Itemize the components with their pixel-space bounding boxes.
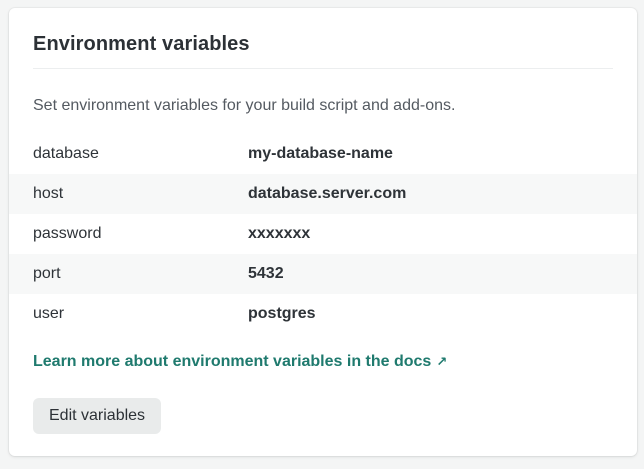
variable-key: host [33,185,64,202]
variable-value: xxxxxxx [248,225,311,242]
variable-row-host: host database.server.com [9,174,637,214]
variable-row-database: database my-database-name [9,134,637,174]
variable-value: 5432 [248,265,284,282]
variable-key: password [33,225,102,242]
variable-key: port [33,265,61,282]
variables-table: database my-database-name host database.… [9,134,637,334]
card-title: Environment variables [33,33,250,55]
variable-key: database [33,145,99,162]
variable-value: my-database-name [248,145,393,162]
edit-variables-button[interactable]: Edit variables [33,398,162,434]
variable-key: user [33,305,65,322]
variable-value: postgres [248,305,316,322]
docs-link[interactable]: Learn more about environment variables i… [33,352,447,372]
external-arrow-icon: ↗ [436,354,448,369]
title-divider [33,68,613,69]
variable-value: database.server.com [248,185,407,202]
docs-link-label: Learn more about environment variables i… [33,353,432,370]
variable-row-port: port 5432 [9,254,637,294]
variable-row-password: password xxxxxxx [9,214,637,254]
variable-row-user: user postgres [9,294,637,334]
environment-variables-card: Environment variables Set environment va… [9,8,637,456]
card-description: Set environment variables for your build… [33,97,456,114]
